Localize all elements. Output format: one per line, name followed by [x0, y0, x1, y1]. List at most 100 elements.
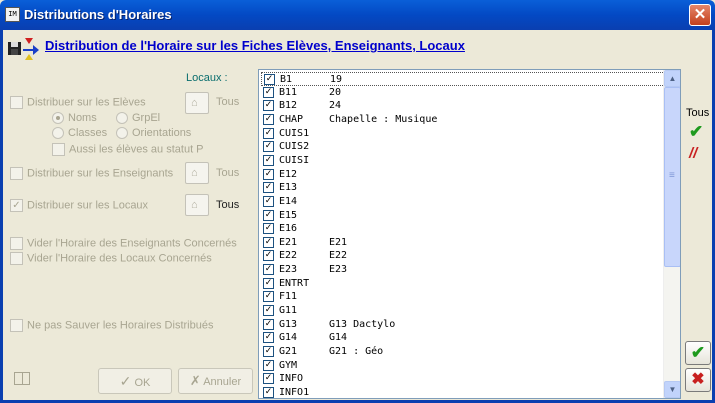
distribuer-locaux-checkbox[interactable]: ✓ Distribuer sur les Locaux	[10, 199, 148, 212]
room-code: E13	[279, 182, 298, 194]
close-button[interactable]: ✕	[689, 4, 711, 26]
row-checkbox[interactable]: ✓	[263, 386, 274, 398]
radio-dot[interactable]	[52, 127, 64, 140]
list-item[interactable]: ✓ E12	[261, 168, 665, 182]
row-checkbox[interactable]: ✓	[263, 209, 274, 221]
room-code: G13	[279, 318, 298, 330]
list-item[interactable]: ✓ E13	[261, 181, 665, 195]
deselect-all-icon[interactable]: //	[689, 145, 697, 162]
list-item[interactable]: ✓ G21 G21 : Géo	[261, 345, 665, 359]
list-item[interactable]: ✓ E21 E21	[261, 236, 665, 250]
grpel-radio[interactable]: GrpEl	[116, 112, 160, 125]
list-item[interactable]: ✓ GYM	[261, 359, 665, 373]
row-checkbox[interactable]: ✓	[263, 127, 274, 139]
vider-enseignants-checkbox[interactable]: Vider l'Horaire des Enseignants Concerné…	[10, 237, 237, 250]
distribuer-eleves-checkbox[interactable]: Distribuer sur les Elèves	[10, 96, 146, 109]
checkbox-box[interactable]	[10, 237, 23, 250]
row-checkbox[interactable]: ✓	[263, 277, 274, 289]
list-item[interactable]: ✓ CUISI	[261, 154, 665, 168]
checkbox-box[interactable]	[10, 167, 23, 180]
row-checkbox[interactable]: ✓	[263, 359, 274, 371]
row-checkbox[interactable]: ✓	[263, 332, 274, 344]
row-checkbox[interactable]: ✓	[263, 291, 274, 303]
checkbox-box[interactable]	[52, 143, 65, 156]
cancel-button[interactable]: ✖	[685, 368, 711, 392]
classes-radio[interactable]: Classes	[52, 127, 107, 140]
list-item[interactable]: ✓ B12 24	[261, 99, 665, 113]
row-checkbox[interactable]: ✓	[263, 236, 274, 248]
radio-dot[interactable]	[116, 112, 128, 125]
list-item[interactable]: ✓ B1 19	[261, 72, 665, 86]
list-item[interactable]: ✓ G14 G14	[261, 331, 665, 345]
room-description: Chapelle : Musique	[329, 113, 438, 125]
window-title: Distributions d'Horaires	[24, 7, 172, 22]
row-checkbox[interactable]: ✓	[263, 195, 274, 207]
room-code: CUIS2	[279, 141, 310, 153]
book-icon[interactable]	[14, 372, 30, 385]
checkbox-box[interactable]	[10, 96, 23, 109]
list-item[interactable]: ✓ B11 20	[261, 86, 665, 100]
aussi-statut-label: Aussi les élèves au statut P	[69, 143, 204, 156]
room-code: INFO1	[279, 386, 310, 398]
select-all-check-icon[interactable]: ✔	[689, 122, 703, 142]
title-bar: IM Distributions d'Horaires ✕	[0, 0, 715, 30]
vertical-scrollbar[interactable]: ▲ ▼	[663, 70, 680, 398]
list-item[interactable]: ✓ E14	[261, 195, 665, 209]
list-item[interactable]: ✓ E22 E22	[261, 249, 665, 263]
locaux-select-button[interactable]: ⌂	[185, 194, 209, 216]
row-checkbox[interactable]: ✓	[263, 168, 274, 180]
enseignants-select-button[interactable]: ⌂	[185, 162, 209, 184]
scroll-up-button[interactable]: ▲	[664, 70, 680, 87]
eleves-select-button[interactable]: ⌂	[185, 92, 209, 114]
row-checkbox[interactable]: ✓	[263, 373, 274, 385]
list-item[interactable]: ✓ CUIS1	[261, 127, 665, 141]
orientations-radio[interactable]: Orientations	[116, 127, 191, 140]
tous-right-label: Tous	[686, 107, 710, 119]
list-item[interactable]: ✓ G13 G13 Dactylo	[261, 318, 665, 332]
row-checkbox[interactable]: ✓	[263, 86, 274, 98]
row-checkbox[interactable]: ✓	[263, 141, 274, 153]
row-checkbox[interactable]: ✓	[263, 346, 274, 357]
checkbox-box[interactable]	[10, 252, 23, 265]
list-item[interactable]: ✓ CUIS2	[261, 140, 665, 154]
aussi-statut-checkbox[interactable]: Aussi les élèves au statut P	[52, 143, 204, 156]
app-icon: IM	[5, 7, 20, 22]
list-item[interactable]: ✓ E16	[261, 222, 665, 236]
distribuer-enseignants-checkbox[interactable]: Distribuer sur les Enseignants	[10, 167, 173, 180]
row-checkbox[interactable]: ✓	[263, 305, 274, 317]
row-checkbox[interactable]: ✓	[263, 182, 274, 194]
checkbox-box[interactable]	[10, 319, 23, 332]
header-link[interactable]: Distribution de l'Horaire sur les Fiches…	[45, 38, 465, 53]
list-item[interactable]: ✓ G11	[261, 304, 665, 318]
row-checkbox[interactable]: ✓	[263, 100, 274, 112]
row-checkbox[interactable]: ✓	[263, 250, 274, 262]
row-checkbox[interactable]: ✓	[263, 223, 274, 235]
ok-label: OK	[134, 377, 151, 389]
ne-pas-sauver-checkbox[interactable]: Ne pas Sauver les Horaires Distribués	[10, 319, 213, 332]
noms-radio[interactable]: Noms	[52, 112, 97, 125]
list-item[interactable]: ✓ E23 E23	[261, 263, 665, 277]
row-checkbox[interactable]: ✓	[263, 264, 274, 276]
room-code: B11	[279, 86, 298, 98]
list-item[interactable]: ✓ CHAP Chapelle : Musique	[261, 113, 665, 127]
annuler-button[interactable]: ✗ Annuler	[178, 368, 253, 394]
list-item[interactable]: ✓ INFO	[261, 372, 665, 386]
radio-dot[interactable]	[116, 127, 128, 140]
ok-button[interactable]: ✓ OK	[98, 368, 172, 394]
row-checkbox[interactable]: ✓	[263, 113, 274, 125]
list-item[interactable]: ✓ E15	[261, 209, 665, 223]
row-checkbox[interactable]: ✓	[263, 154, 274, 166]
list-item[interactable]: ✓ F11	[261, 290, 665, 304]
list-item[interactable]: ✓ INFO1	[261, 386, 665, 398]
vider-locaux-checkbox[interactable]: Vider l'Horaire des Locaux Concernés	[10, 252, 212, 265]
scroll-thumb[interactable]	[664, 87, 680, 267]
scroll-down-button[interactable]: ▼	[664, 381, 680, 398]
locaux-listbox[interactable]: ✓ B1 19 ✓ B11 20 ✓ B12 24 ✓ CHAP Chapelle : Musique…	[258, 69, 681, 399]
row-checkbox[interactable]: ✓	[263, 318, 274, 330]
list-item[interactable]: ✓ ENTRT	[261, 277, 665, 291]
radio-dot[interactable]	[52, 112, 64, 125]
tous-eleves-label: Tous	[216, 96, 240, 108]
row-checkbox[interactable]: ✓	[264, 74, 275, 85]
checkbox-box[interactable]: ✓	[10, 199, 23, 212]
confirm-button[interactable]: ✔	[685, 341, 711, 365]
